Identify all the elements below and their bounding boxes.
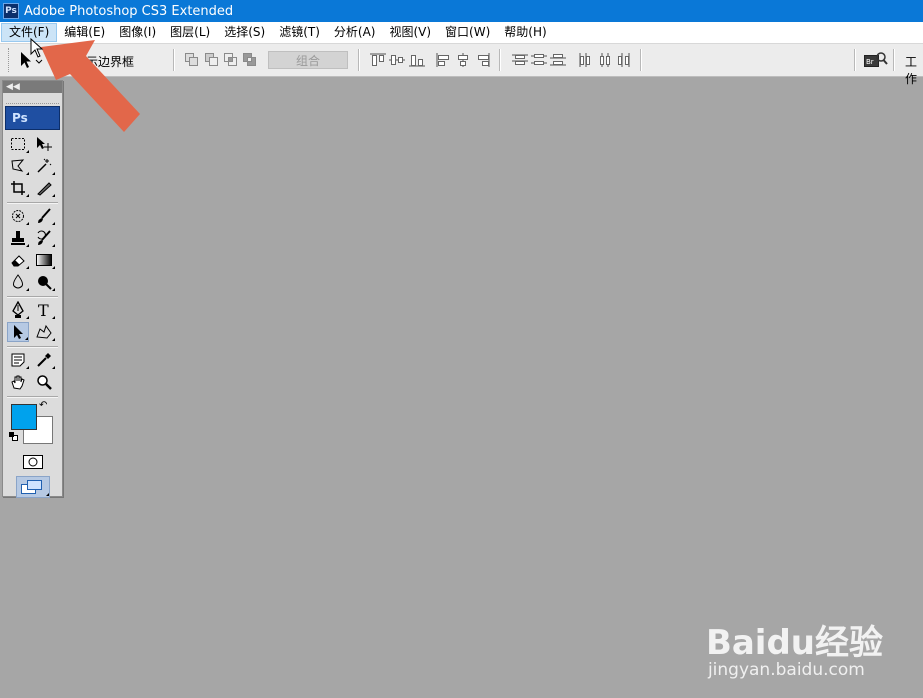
options-separator [52, 49, 54, 71]
custom-shape-tool-icon[interactable] [33, 322, 55, 342]
menu-analysis[interactable]: 分析(A) [327, 23, 383, 42]
clone-stamp-tool-icon[interactable] [7, 228, 29, 248]
distribute-horizontal-center-icon[interactable] [597, 52, 613, 68]
options-separator [358, 49, 360, 71]
options-separator [893, 49, 895, 71]
distribute-top-icon[interactable] [511, 52, 529, 68]
blur-tool-icon[interactable] [7, 272, 29, 292]
magic-wand-tool-icon[interactable] [33, 156, 55, 176]
menu-filter[interactable]: 滤镜(T) [272, 23, 327, 42]
dodge-tool-icon[interactable] [33, 272, 55, 292]
type-tool-icon[interactable]: T [33, 300, 55, 320]
svg-text:Br: Br [866, 58, 874, 66]
mouse-cursor-icon [30, 38, 44, 58]
history-brush-tool-icon[interactable] [33, 228, 55, 248]
menu-select[interactable]: 选择(S) [217, 23, 272, 42]
menu-view[interactable]: 视图(V) [382, 23, 438, 42]
notes-tool-icon[interactable] [7, 350, 29, 370]
distribute-right-icon[interactable] [616, 52, 632, 68]
align-bottom-icon[interactable] [408, 52, 426, 68]
marquee-tool-icon[interactable] [7, 134, 29, 154]
collapse-arrows-icon[interactable]: ◀◀ [6, 81, 20, 93]
healing-brush-tool-icon[interactable] [7, 206, 29, 226]
tools-panel-header[interactable]: ◀◀ [3, 81, 62, 93]
crop-tool-icon[interactable] [7, 178, 29, 198]
window-title: Adobe Photoshop CS3 Extended [24, 3, 234, 19]
screen-mode-icon[interactable] [16, 476, 50, 498]
menu-bar: 文件(F) 编辑(E) 图像(I) 图层(L) 选择(S) 滤镜(T) 分析(A… [0, 22, 923, 43]
svg-text:T: T [38, 302, 49, 318]
baidu-jingyan-watermark: Baidu经验 jingyan.baidu.com [706, 615, 883, 680]
align-horizontal-center-icon[interactable] [455, 52, 471, 68]
default-colors-icon[interactable] [9, 432, 18, 441]
watermark-url: jingyan.baidu.com [707, 660, 865, 680]
options-separator [499, 49, 501, 71]
hand-tool-icon[interactable] [7, 372, 29, 392]
move-tool-icon[interactable] [33, 134, 55, 154]
gradient-tool-icon[interactable] [33, 250, 55, 270]
distribute-left-icon[interactable] [577, 52, 593, 68]
tools-panel: ◀◀ Ps T ↶ [2, 80, 63, 498]
color-swatches: ↶ [3, 400, 62, 448]
path-selection-tool-icon[interactable] [7, 322, 29, 342]
distribute-vertical-center-icon[interactable] [530, 52, 548, 68]
shape-subtract-icon[interactable] [204, 52, 220, 68]
show-bounding-box-label: 示边界框 [86, 55, 135, 69]
photoshop-logo: Ps [5, 106, 60, 130]
title-bar: Ps Adobe Photoshop CS3 Extended [0, 0, 923, 22]
options-separator [854, 49, 856, 71]
eraser-tool-icon[interactable] [7, 250, 29, 270]
bridge-icon[interactable]: Br [864, 51, 888, 67]
lasso-tool-icon[interactable] [7, 156, 29, 176]
zoom-tool-icon[interactable] [33, 372, 55, 392]
swap-colors-icon[interactable]: ↶ [39, 400, 47, 411]
align-right-icon[interactable] [475, 52, 491, 68]
align-vertical-center-icon[interactable] [388, 52, 406, 68]
photoshop-app-icon: Ps [3, 3, 19, 19]
watermark-brand: Baidu经验 [705, 623, 883, 663]
eyedropper-tool-icon[interactable] [33, 350, 55, 370]
foreground-color-swatch[interactable] [11, 404, 37, 430]
menu-image[interactable]: 图像(I) [112, 23, 163, 42]
menu-help[interactable]: 帮助(H) [497, 23, 553, 42]
options-bar: 示边界框 组合 Br 工作 [0, 43, 923, 86]
tools-panel-grip[interactable] [6, 93, 59, 104]
options-separator [173, 49, 175, 71]
brush-tool-icon[interactable] [33, 206, 55, 226]
pen-tool-icon[interactable] [7, 300, 29, 320]
shape-intersect-icon[interactable] [223, 52, 239, 68]
options-bar-grip[interactable] [8, 48, 11, 72]
distribute-bottom-icon[interactable] [549, 52, 567, 68]
menu-window[interactable]: 窗口(W) [438, 23, 497, 42]
combine-button[interactable]: 组合 [268, 51, 348, 69]
shape-exclude-icon[interactable] [242, 52, 258, 68]
align-top-icon[interactable] [369, 52, 387, 68]
menu-edit[interactable]: 编辑(E) [57, 23, 112, 42]
workspace-label[interactable]: 工作 [905, 53, 923, 87]
shape-add-icon[interactable] [184, 52, 200, 68]
slice-tool-icon[interactable] [33, 178, 55, 198]
annotation-arrow [41, 40, 140, 132]
quick-mask-icon[interactable] [22, 452, 44, 472]
align-left-icon[interactable] [435, 52, 451, 68]
show-bounding-box-checkbox[interactable] [62, 53, 76, 69]
menu-layer[interactable]: 图层(L) [163, 23, 217, 42]
options-separator [640, 49, 642, 71]
